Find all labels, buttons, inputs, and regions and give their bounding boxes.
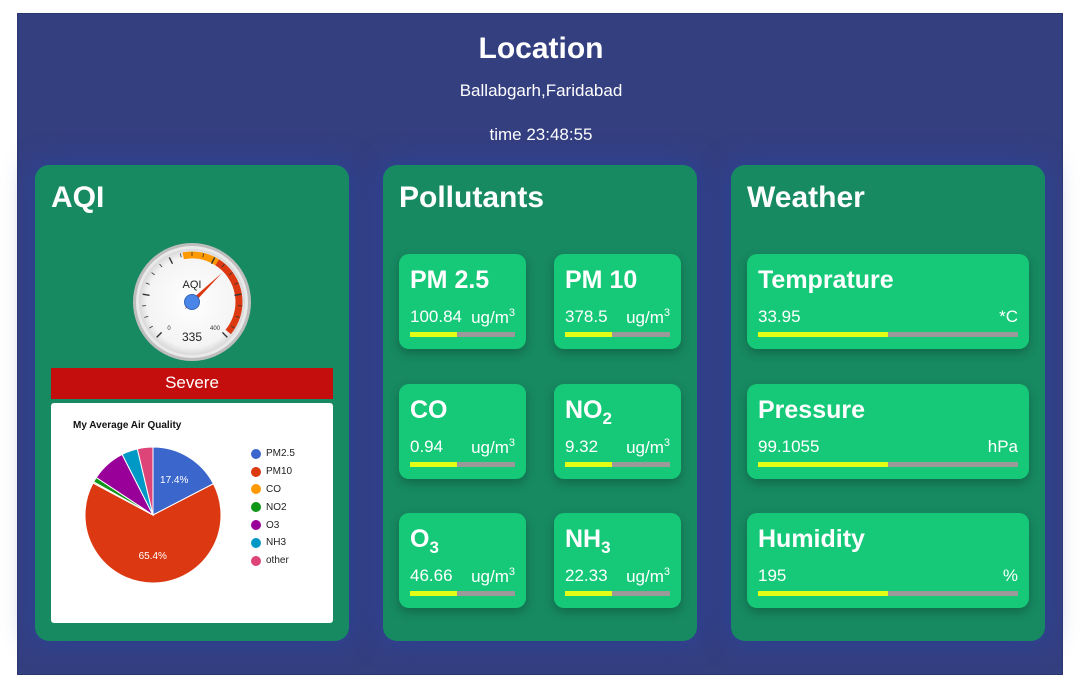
pollutant-value: 0.94 <box>410 437 444 456</box>
legend-item: O3 <box>251 516 295 534</box>
time-readout: time 23:48:55 <box>489 125 593 144</box>
pollutant-card: CO 0.94 ug/m3 <box>399 384 526 479</box>
gauge-max-label: 400 <box>210 326 221 332</box>
gauge-label: AQI <box>183 279 202 291</box>
pollutant-name: NO2 <box>565 396 612 428</box>
gauge-hub <box>184 294 200 310</box>
pollutant-level-fill <box>410 591 458 596</box>
weather-card: Humidity 195% <box>747 513 1029 608</box>
aqi-gauge: AQI 0 400 335 <box>133 243 251 361</box>
pollutant-level-bar <box>565 332 670 337</box>
legend-swatch <box>251 484 261 495</box>
pollutant-level-bar <box>565 591 670 596</box>
weather-name: Temprature <box>758 266 894 294</box>
pollutant-level-fill <box>565 332 613 337</box>
pollutant-card: PM 2.5 100.84 ug/m3 <box>399 254 526 349</box>
pie-chart: My Average Air Quality 17.4% 65.4% PM2.5 P… <box>51 403 333 623</box>
pollutant-name: CO <box>410 396 448 424</box>
aqi-panel: AQI AQI 0 400 335 Severe My Average Air … <box>35 165 349 641</box>
pollutant-card: NO2 9.32 ug/m3 <box>554 384 681 479</box>
pollutant-unit: ug/m3 <box>471 437 515 457</box>
pollutant-value: 378.5 <box>565 307 608 326</box>
pollutant-unit: ug/m3 <box>626 307 670 327</box>
pollutant-card: PM 10 378.5 ug/m3 <box>554 254 681 349</box>
weather-value: 99.1055 <box>758 437 820 456</box>
weather-panel-title: Weather <box>747 181 865 214</box>
pollutant-name: O3 <box>410 525 439 557</box>
weather-level-bar <box>758 332 1018 337</box>
pollutant-level-fill <box>410 462 458 467</box>
weather-name: Humidity <box>758 525 865 553</box>
pie-slice-label: 17.4% <box>160 475 188 486</box>
pollutant-level-bar <box>565 462 670 467</box>
weather-card: Temprature 33.95 *C <box>747 254 1029 349</box>
legend-swatch <box>251 502 261 513</box>
pollutant-subscript: 3 <box>429 538 439 557</box>
pollutant-name: NH3 <box>565 525 611 557</box>
pollutant-level-bar <box>410 332 515 337</box>
pollutants-panel: Pollutants PM 2.5 100.84 ug/m3 PM 10 378.5 ug… <box>383 165 697 641</box>
legend-label: O3 <box>266 519 280 531</box>
chart-legend: PM2.5 PM10 CO NO2 O3 NH3 other <box>251 445 295 570</box>
pollutant-level-fill <box>410 332 458 337</box>
legend-label: other <box>266 555 289 567</box>
page-title: Location <box>478 32 604 65</box>
aqi-panel-title: AQI <box>51 181 105 214</box>
pollutant-value: 100.84 <box>410 307 462 326</box>
legend-label: NH3 <box>266 537 287 549</box>
pollutant-level-bar <box>410 591 515 596</box>
weather-value: 195 <box>758 566 787 585</box>
weather-level-bar <box>758 591 1018 596</box>
weather-panel: Weather Temprature 33.95 *C Pressure 99.1055… <box>731 165 1045 641</box>
pollutant-card: NH3 22.33 ug/m3 <box>554 513 681 608</box>
legend-item: NH3 <box>251 534 295 552</box>
legend-swatch <box>251 520 261 531</box>
legend-item: other <box>251 552 295 570</box>
legend-swatch <box>251 448 261 459</box>
pollutant-unit: ug/m3 <box>471 307 515 327</box>
pollutant-unit: ug/m3 <box>471 566 515 586</box>
legend-item: PM10 <box>251 463 295 481</box>
pollutants-panel-title: Pollutants <box>399 181 545 214</box>
pollutant-subscript: 2 <box>602 409 612 428</box>
legend-item: CO <box>251 481 295 499</box>
gauge-value: 335 <box>182 330 202 344</box>
weather-level-fill <box>758 332 888 337</box>
status-badge: Severe <box>51 368 333 399</box>
legend-swatch <box>251 466 261 477</box>
pollutant-value: 46.66 <box>410 566 453 585</box>
pollutant-unit: ug/m3 <box>626 437 670 457</box>
pollutant-card: O3 46.66 ug/m3 <box>399 513 526 608</box>
pollutant-name: PM 10 <box>565 266 638 294</box>
legend-label: PM10 <box>266 466 293 478</box>
legend-item: PM2.5 <box>251 445 295 463</box>
weather-level-bar <box>758 462 1018 467</box>
pollutant-subscript: 3 <box>601 538 611 557</box>
pollutant-level-fill <box>565 591 613 596</box>
legend-label: CO <box>266 483 281 495</box>
pollutant-name: PM 2.5 <box>410 266 490 294</box>
legend-item: NO2 <box>251 498 295 516</box>
weather-card: Pressure 99.1055 hPa <box>747 384 1029 479</box>
pollutant-unit: ug/m3 <box>626 566 670 586</box>
weather-value: 33.95 <box>758 307 801 326</box>
pie-svg: 17.4% 65.4% <box>84 446 222 584</box>
legend-swatch <box>251 537 261 548</box>
pollutant-value: 22.33 <box>565 566 608 585</box>
legend-label: PM2.5 <box>266 448 295 460</box>
legend-swatch <box>251 555 261 566</box>
weather-unit: *C <box>999 307 1018 326</box>
pollutant-value: 9.32 <box>565 437 599 456</box>
weather-level-fill <box>758 591 888 596</box>
weather-level-fill <box>758 462 888 467</box>
pie-slice-label: 65.4% <box>139 551 167 562</box>
dashboard-frame: Location Ballabgarh,Faridabad time 23:48… <box>17 13 1063 675</box>
pollutant-level-fill <box>565 462 613 467</box>
location-name: Ballabgarh,Faridabad <box>459 81 623 100</box>
weather-unit: % <box>1002 566 1018 585</box>
weather-unit: hPa <box>987 437 1018 456</box>
legend-label: NO2 <box>266 501 287 513</box>
weather-name: Pressure <box>758 396 866 424</box>
pollutant-level-bar <box>410 462 515 467</box>
